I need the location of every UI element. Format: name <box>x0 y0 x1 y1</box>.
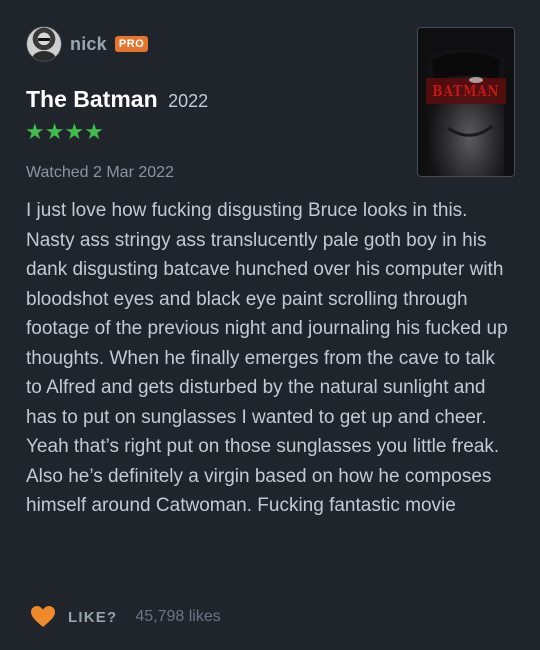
rating-stars: ★★★★ <box>25 120 104 144</box>
like-button[interactable]: LIKE? <box>68 609 117 626</box>
star-icon: ★★★★ <box>25 119 104 144</box>
review-text: I just love how fucking disgusting Bruce… <box>26 200 508 516</box>
avatar-shoulders <box>32 51 56 61</box>
film-year[interactable]: 2022 <box>168 91 208 111</box>
review-author[interactable]: nick PRO <box>26 26 149 62</box>
poster-title: BATMAN <box>432 82 500 100</box>
like-count[interactable]: 45,798 likes <box>135 608 220 626</box>
heart-icon[interactable] <box>30 605 56 629</box>
watched-date: Watched 2 Mar 2022 <box>26 164 174 181</box>
like-row: LIKE? 45,798 likes <box>30 604 221 630</box>
review-card: nick PRO The Batman 2022 ★★★★ Watched 2 … <box>0 0 540 650</box>
avatar-glasses <box>38 38 50 41</box>
author-name[interactable]: nick <box>70 34 107 55</box>
film-poster[interactable]: BATMAN <box>417 27 515 177</box>
avatar[interactable] <box>26 26 62 62</box>
poster-art <box>418 28 514 176</box>
pro-badge: PRO <box>114 36 149 52</box>
film-title[interactable]: The Batman <box>26 86 158 112</box>
film-title-row[interactable]: The Batman 2022 <box>26 86 208 113</box>
